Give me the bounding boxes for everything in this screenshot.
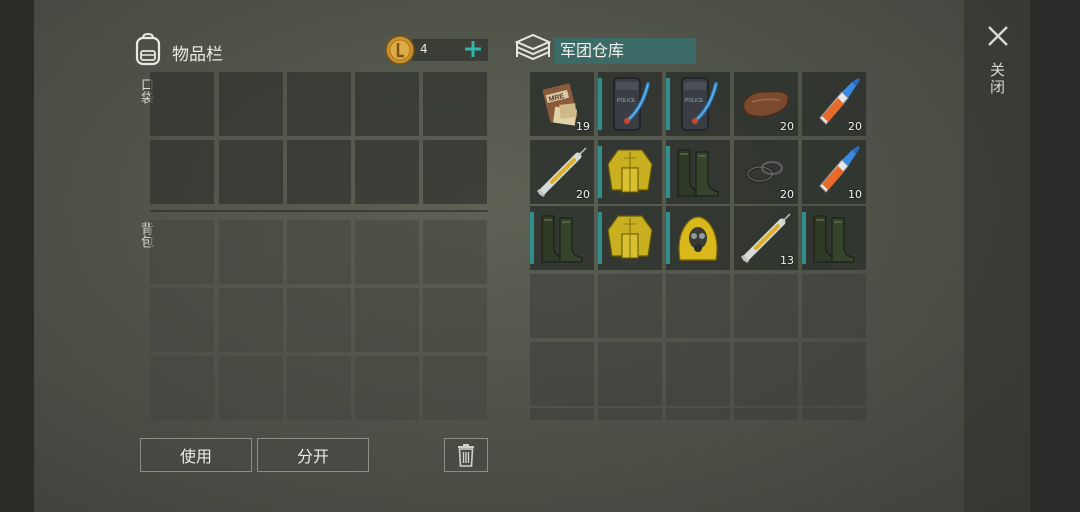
pocket-slot[interactable] bbox=[355, 140, 419, 204]
warehouse-slot[interactable]: 20 bbox=[802, 72, 866, 136]
backpack-slot[interactable] bbox=[423, 220, 487, 284]
trash-button[interactable] bbox=[444, 438, 488, 472]
warehouse-slot[interactable] bbox=[598, 274, 662, 338]
warehouse-slot[interactable] bbox=[666, 342, 730, 406]
backpack-slot[interactable] bbox=[150, 220, 214, 284]
close-label[interactable]: 关闭 bbox=[988, 62, 1008, 96]
backpack-slot[interactable] bbox=[355, 220, 419, 284]
warehouse-slot[interactable] bbox=[734, 274, 798, 338]
pocket-slot[interactable] bbox=[150, 72, 214, 136]
warehouse-slot[interactable] bbox=[734, 342, 798, 406]
inventory-header: 物品栏 4 bbox=[132, 32, 492, 68]
item-quantity: 13 bbox=[780, 254, 794, 267]
backpack-slot[interactable] bbox=[150, 356, 214, 420]
pocket-slot[interactable] bbox=[287, 140, 351, 204]
warehouse-slot[interactable] bbox=[530, 274, 594, 338]
warehouse-slot[interactable]: 10 bbox=[802, 140, 866, 204]
warehouse-slot[interactable] bbox=[666, 140, 730, 204]
pocket-slot[interactable] bbox=[423, 72, 487, 136]
backpack-slot[interactable] bbox=[287, 288, 351, 352]
pocket-slot[interactable] bbox=[150, 140, 214, 204]
backpack-icon bbox=[132, 32, 164, 66]
item-quantity: 20 bbox=[780, 120, 794, 133]
warehouse-slot[interactable] bbox=[666, 206, 730, 270]
item-quantity: 10 bbox=[848, 188, 862, 201]
backpack-slot[interactable] bbox=[219, 288, 283, 352]
warehouse-slot[interactable] bbox=[598, 408, 662, 420]
backpack-slot[interactable] bbox=[423, 288, 487, 352]
backpack-slot[interactable] bbox=[423, 356, 487, 420]
svg-text:POLICE: POLICE bbox=[617, 98, 636, 104]
pocket-slot[interactable] bbox=[287, 72, 351, 136]
section-divider bbox=[150, 210, 488, 212]
item-quantity: 20 bbox=[848, 120, 862, 133]
backpack-slot[interactable] bbox=[219, 356, 283, 420]
trash-icon bbox=[458, 444, 474, 467]
warehouse-slot[interactable] bbox=[666, 274, 730, 338]
warehouse-slot[interactable]: 20 bbox=[530, 140, 594, 204]
yellow-hazmat-jacket-icon bbox=[607, 149, 653, 197]
warehouse-slot[interactable] bbox=[734, 408, 798, 420]
warehouse-slot[interactable] bbox=[598, 140, 662, 204]
pocket-slot[interactable] bbox=[219, 72, 283, 136]
coin-count: 4 bbox=[420, 42, 428, 56]
warehouse-slot[interactable] bbox=[802, 274, 866, 338]
warehouse-stack-icon bbox=[514, 32, 552, 66]
close-icon[interactable] bbox=[986, 24, 1010, 48]
rubber-boots-icon bbox=[541, 215, 583, 263]
backpack-slot[interactable] bbox=[150, 288, 214, 352]
backpack-slot[interactable] bbox=[219, 220, 283, 284]
warehouse-slot[interactable] bbox=[530, 206, 594, 270]
backpack-slot[interactable] bbox=[287, 356, 351, 420]
warehouse-slot[interactable] bbox=[530, 408, 594, 420]
pocket-slot[interactable] bbox=[423, 140, 487, 204]
coin-icon bbox=[384, 34, 416, 66]
police-riot-shield-icon: POLICE bbox=[613, 77, 650, 131]
backpack-slot[interactable] bbox=[287, 220, 351, 284]
warehouse-slot[interactable] bbox=[666, 408, 730, 420]
police-riot-shield-icon: POLICE bbox=[681, 77, 718, 131]
warehouse-slot[interactable]: 20 bbox=[734, 72, 798, 136]
warehouse-slot[interactable] bbox=[802, 206, 866, 270]
warehouse-slot[interactable]: MRE 19 bbox=[530, 72, 594, 136]
item-quantity: 19 bbox=[576, 120, 590, 133]
screen-edge bbox=[1030, 0, 1080, 512]
svg-text:POLICE: POLICE bbox=[685, 98, 704, 104]
inventory-title: 物品栏 bbox=[172, 45, 223, 65]
warehouse-slot[interactable] bbox=[530, 342, 594, 406]
backpack-slot[interactable] bbox=[355, 288, 419, 352]
backpack-slot[interactable] bbox=[355, 356, 419, 420]
use-button[interactable]: 使用 bbox=[140, 438, 252, 472]
yellow-hazmat-jacket-icon bbox=[607, 215, 653, 263]
warehouse-slot[interactable]: 13 bbox=[734, 206, 798, 270]
split-button[interactable]: 分开 bbox=[257, 438, 369, 472]
warehouse-slot[interactable]: 20 bbox=[734, 140, 798, 204]
rubber-boots-icon bbox=[813, 215, 855, 263]
add-coins-button[interactable] bbox=[462, 38, 484, 60]
pocket-slot[interactable] bbox=[355, 72, 419, 136]
warehouse-slot[interactable] bbox=[598, 206, 662, 270]
rubber-boots-icon bbox=[677, 149, 719, 197]
warehouse-slot[interactable] bbox=[802, 408, 866, 420]
hazmat-hood-gasmask-icon bbox=[678, 216, 718, 261]
pocket-slot[interactable] bbox=[219, 140, 283, 204]
warehouse-slot[interactable]: POLICE bbox=[666, 72, 730, 136]
item-quantity: 20 bbox=[576, 188, 590, 201]
warehouse-slot[interactable]: POLICE bbox=[598, 72, 662, 136]
warehouse-slot[interactable] bbox=[598, 342, 662, 406]
warehouse-title: 军团仓库 bbox=[554, 38, 696, 64]
warehouse-slot[interactable] bbox=[802, 342, 866, 406]
item-quantity: 20 bbox=[780, 188, 794, 201]
